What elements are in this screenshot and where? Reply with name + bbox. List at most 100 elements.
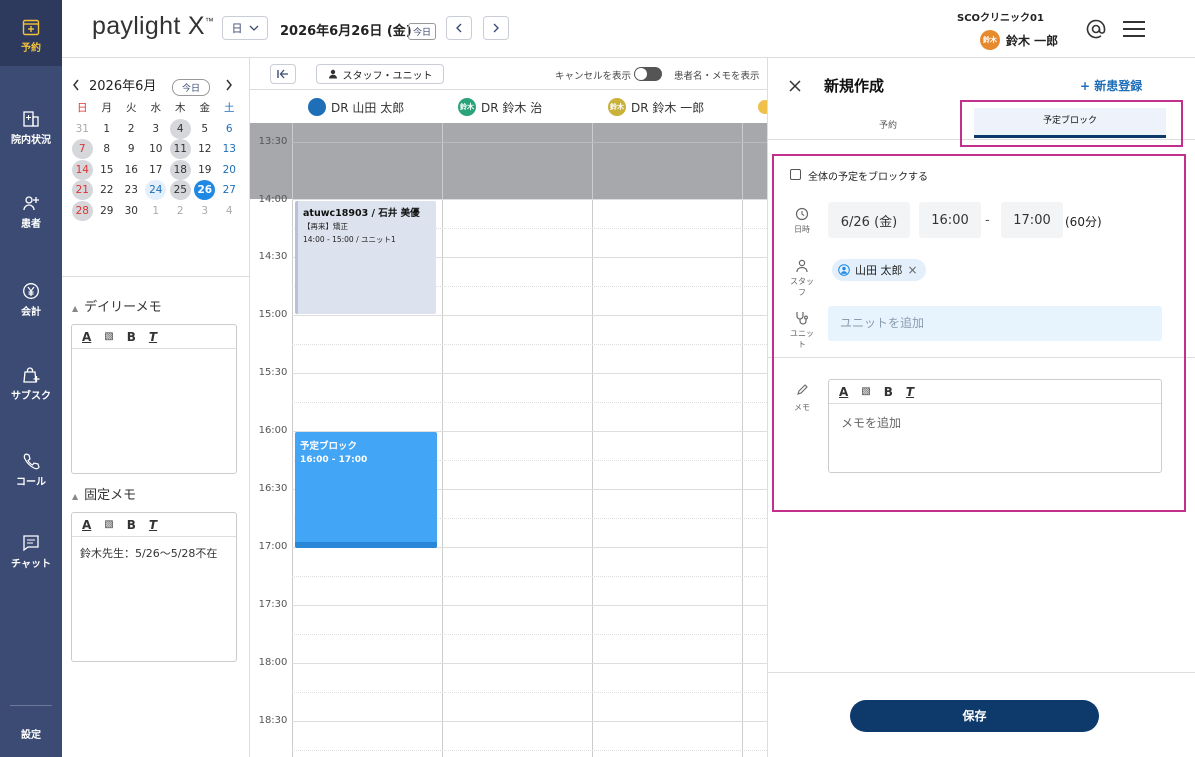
clinic-name: SCOクリニック01: [957, 13, 1044, 24]
staff-column-header[interactable]: 鈴木 DR 鈴木 一郎: [608, 90, 704, 124]
day-cell[interactable]: 4: [217, 201, 242, 221]
day-cell[interactable]: 2: [119, 119, 144, 139]
day-cell[interactable]: 17: [144, 160, 169, 180]
day-cell[interactable]: 21: [70, 180, 95, 201]
day-cell[interactable]: 13: [217, 139, 242, 159]
day-cell[interactable]: 22: [95, 180, 120, 200]
chevron-right-icon: [226, 79, 232, 91]
day-cell[interactable]: 31: [70, 119, 95, 139]
day-cell[interactable]: 27: [217, 180, 242, 200]
day-cell-selected[interactable]: 26: [193, 180, 218, 201]
day-cell[interactable]: 5: [193, 119, 218, 139]
day-cell[interactable]: 9: [119, 139, 144, 159]
appointment-detail: 【再来】矯正: [303, 222, 348, 231]
day-cell[interactable]: 7: [70, 139, 95, 160]
staff-avatar: [758, 100, 767, 114]
staff-unit-button[interactable]: スタッフ・ユニット: [316, 64, 444, 84]
day-cell[interactable]: 8: [95, 139, 120, 159]
clear-format-icon[interactable]: T: [149, 330, 157, 344]
bold-icon[interactable]: B: [127, 518, 136, 532]
next-day-button[interactable]: [483, 16, 509, 40]
sidebar-item-status[interactable]: 院内状況: [0, 110, 62, 146]
show-cancel-toggle[interactable]: [634, 67, 662, 81]
sidebar-item-chat[interactable]: チャット: [0, 534, 62, 570]
collapse-panel-button[interactable]: [270, 64, 296, 84]
fixed-memo-editor[interactable]: A ▧ B T 鈴木先生：5/26〜5/28不在: [71, 512, 237, 662]
sidebar-item-subscription[interactable]: サブスク: [0, 366, 62, 402]
day-cell[interactable]: 24: [144, 180, 169, 201]
font-color-icon[interactable]: A: [82, 518, 91, 532]
sidebar-item-reservation[interactable]: 予約: [0, 0, 62, 66]
show-patient-label: 患者名・メモを表示: [674, 71, 760, 82]
highlight-icon[interactable]: ▧: [104, 331, 113, 342]
new-patient-link[interactable]: + 新患登録: [1080, 77, 1142, 94]
mini-cal-next[interactable]: [225, 76, 233, 95]
appointment-card[interactable]: atuwc18903 / 石井 美優 【再来】矯正 14:00 - 15:00 …: [295, 201, 436, 314]
close-button[interactable]: [788, 78, 802, 97]
column-divider: [592, 123, 593, 757]
user-menu[interactable]: 鈴木 鈴木 一郎: [980, 30, 1058, 50]
staff-column-header[interactable]: DR 山田 太郎: [308, 90, 404, 124]
mini-calendar: 日 月 火 水 木 金 土 31 1 2 3 4 5 6 7 8 9 10 11…: [70, 98, 242, 221]
hour-line: [292, 605, 767, 606]
schedule-block-card[interactable]: 予定ブロック 16:00 - 17:00: [295, 432, 437, 548]
sidebar-item-settings[interactable]: 設定: [0, 726, 62, 741]
bold-icon[interactable]: B: [127, 330, 136, 344]
day-cell[interactable]: 3: [144, 119, 169, 139]
day-cell[interactable]: 19: [193, 160, 218, 180]
sidebar-item-patients[interactable]: 患者: [0, 194, 62, 230]
chevron-left-icon: [73, 79, 79, 91]
clear-format-icon[interactable]: T: [149, 518, 157, 532]
today-button[interactable]: 今日: [408, 20, 437, 40]
font-color-icon[interactable]: A: [82, 330, 91, 344]
sidebar-item-billing[interactable]: 会計: [0, 282, 62, 318]
day-cell[interactable]: 15: [95, 160, 120, 180]
staff-column-header[interactable]: 鈴木 DR 鈴木 治: [458, 90, 542, 124]
save-button[interactable]: 保存: [850, 700, 1099, 732]
mini-cal-today[interactable]: 今日: [172, 76, 211, 96]
day-cell[interactable]: 14: [70, 159, 95, 180]
sidebar-item-call[interactable]: コール: [0, 452, 62, 488]
collapse-left-icon: [277, 69, 288, 79]
tab-reservation[interactable]: 予約: [828, 118, 948, 131]
app-logo: paylight X™: [92, 12, 214, 41]
day-cell[interactable]: 1: [144, 201, 169, 221]
day-cell[interactable]: 1: [95, 119, 120, 139]
day-cell[interactable]: 10: [144, 139, 169, 159]
highlight-icon[interactable]: ▧: [104, 519, 113, 530]
sidebar-item-label: チャット: [11, 559, 51, 570]
daily-memo-title: デイリーメモ: [84, 300, 162, 315]
day-cell[interactable]: 12: [193, 139, 218, 159]
main-menu-button[interactable]: [1122, 20, 1146, 42]
view-mode-value: 日: [231, 22, 243, 35]
day-cell[interactable]: 6: [217, 119, 242, 139]
prev-day-button[interactable]: [446, 16, 472, 40]
daily-memo-editor[interactable]: A ▧ B T: [71, 324, 237, 474]
day-cell[interactable]: 30: [119, 201, 144, 221]
view-mode-select[interactable]: 日: [222, 16, 268, 40]
day-cell[interactable]: 3: [193, 201, 218, 221]
day-cell[interactable]: 23: [119, 180, 144, 200]
day-cell[interactable]: 25: [168, 180, 193, 201]
day-cell[interactable]: 28: [70, 200, 95, 221]
sidebar-item-label: 設定: [21, 730, 41, 741]
mention-button[interactable]: [1085, 18, 1107, 44]
mini-cal-prev[interactable]: [72, 76, 80, 95]
fixed-memo-content[interactable]: 鈴木先生：5/26〜5/28不在: [72, 537, 236, 569]
daily-memo-content[interactable]: [72, 349, 236, 365]
day-cell[interactable]: 18: [168, 159, 193, 180]
fixed-memo-header[interactable]: ▲ 固定メモ: [72, 484, 136, 503]
weekday: 金: [199, 102, 211, 115]
highlight-frame: [772, 154, 1186, 512]
day-cell[interactable]: 11: [168, 139, 193, 160]
staff-name: DR 鈴木 治: [481, 100, 543, 115]
sidebar-item-label: 会計: [21, 307, 41, 318]
day-cell[interactable]: 2: [168, 201, 193, 221]
logo-mark: ™: [204, 16, 215, 26]
day-cell[interactable]: 4: [168, 118, 193, 139]
day-cell[interactable]: 16: [119, 160, 144, 180]
day-cell[interactable]: 29: [95, 201, 120, 221]
day-cell[interactable]: 20: [217, 160, 242, 180]
daily-memo-header[interactable]: ▲ デイリーメモ: [72, 296, 162, 315]
day-number: 11: [169, 139, 191, 160]
